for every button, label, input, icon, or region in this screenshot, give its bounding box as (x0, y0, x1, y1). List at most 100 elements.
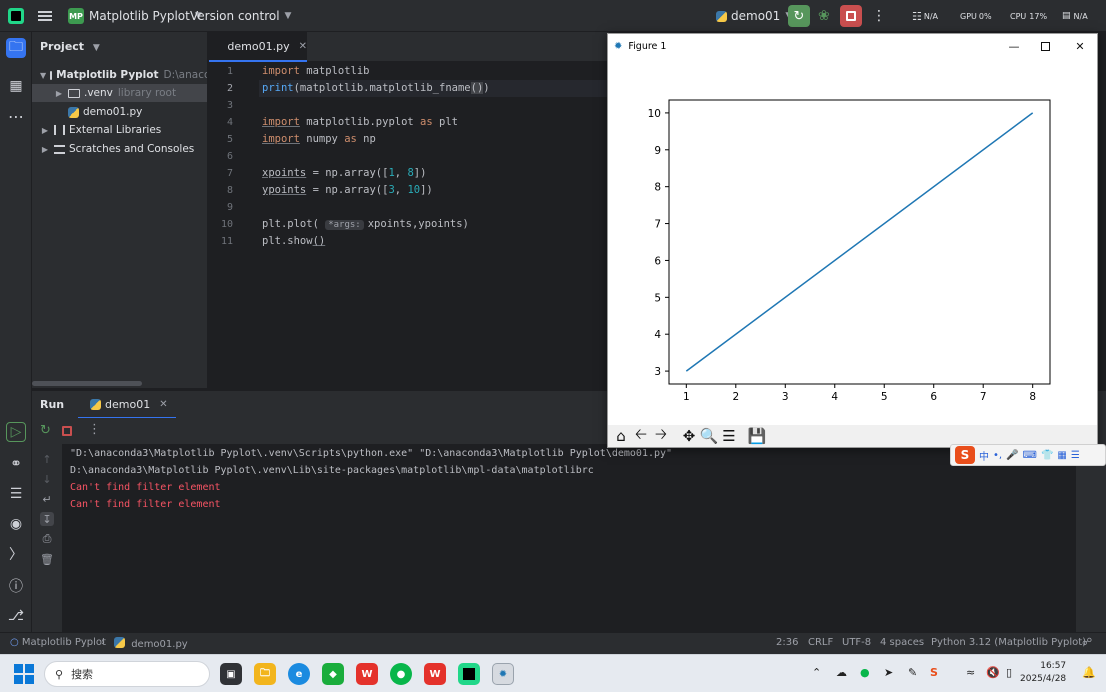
windows-start-icon[interactable] (14, 664, 34, 684)
memory-icon: ▤ (1062, 11, 1071, 21)
git-icon[interactable]: ⎇ (6, 606, 26, 626)
tab-demo01[interactable]: demo01.py ✕ (209, 32, 307, 62)
keyboard-icon[interactable]: ⌨ (1023, 450, 1037, 461)
project-switcher[interactable]: MP Matplotlib Pyplot ▼ (68, 0, 202, 32)
code-editor[interactable]: import matplotlib print(matplotlib.matpl… (259, 62, 609, 388)
print-icon[interactable]: ⎙ (40, 532, 54, 546)
show-hidden-icons-icon[interactable]: ⌃ (812, 666, 821, 679)
structure-tool-icon[interactable]: ▦ (6, 76, 26, 96)
ime-toolbar: S 中 •, 🎤 ⌨ 👕 ▦ ☰ (950, 444, 1106, 466)
services-icon[interactable]: ◉ (6, 514, 26, 534)
location-icon[interactable]: ➤ (884, 666, 893, 679)
grid-icon[interactable]: ▦ (1057, 450, 1066, 461)
rerun-button[interactable]: ↻ (788, 0, 810, 32)
wps-office-icon[interactable]: W (356, 663, 378, 685)
configure-icon[interactable]: ☰ (720, 427, 738, 445)
run-tool-icon[interactable]: ▷ (6, 422, 26, 442)
python-console-icon[interactable]: ⚭ (6, 454, 26, 474)
battery-icon[interactable]: ▯ (1006, 666, 1012, 679)
zoom-icon[interactable]: 🔍 (700, 427, 719, 445)
more-tools-icon[interactable]: ⋯ (6, 106, 26, 126)
stop-button[interactable] (840, 0, 862, 32)
trash-icon[interactable]: 🗑 (40, 552, 54, 566)
skin-icon[interactable]: 👕 (1041, 450, 1053, 461)
status-interpreter[interactable]: Python 3.12 (Matplotlib Pyplot) (931, 637, 1086, 648)
wechat-icon[interactable]: ● (390, 663, 412, 685)
run-tab-demo01[interactable]: demo01 ✕ (78, 391, 176, 419)
edge-browser-icon[interactable]: e (288, 663, 310, 685)
wifi-icon[interactable]: ≈ (966, 666, 975, 679)
tree-item-scratches[interactable]: ▶ Scratches and Consoles (32, 140, 207, 158)
notification-icon[interactable]: 🔔 (1082, 666, 1096, 679)
scroll-to-end-icon[interactable]: ↧ (40, 512, 54, 526)
project-panel-header[interactable]: Project ▼ (40, 40, 100, 53)
more-vertical-icon[interactable]: ⋮ (88, 422, 101, 437)
soft-wrap-icon[interactable]: ↵ (40, 492, 54, 506)
project-tool-folder-icon[interactable]: 🗀 (6, 38, 26, 58)
close-icon[interactable]: ✕ (299, 41, 307, 52)
matplotlib-taskbar-icon[interactable]: ✹ (492, 663, 514, 685)
pen-icon[interactable]: ✎ (908, 666, 917, 679)
y-tick-label: 5 (654, 292, 661, 304)
sogou-tray-icon[interactable]: S (930, 666, 938, 679)
taskbar-search[interactable]: ⚲ 搜索 (44, 661, 210, 687)
close-icon[interactable]: ✕ (159, 399, 167, 410)
main-menu-button[interactable] (38, 0, 52, 32)
forward-icon[interactable]: 🡢 (652, 425, 670, 445)
network-value: N/A (923, 11, 939, 21)
run-config-selector[interactable]: demo01 ▼ (712, 0, 792, 32)
arrow-up-icon[interactable]: ↑ (40, 452, 54, 466)
taskbar-clock[interactable]: 16:57 2025/4/28 (1020, 660, 1066, 686)
back-icon[interactable]: 🡠 (632, 425, 650, 445)
microphone-icon[interactable]: 🎤 (1006, 450, 1018, 461)
tree-item-external-libraries[interactable]: ▶ External Libraries (32, 121, 207, 139)
wechat-tray-icon[interactable]: ● (860, 666, 870, 679)
x-tick-label: 3 (782, 391, 789, 403)
y-axis: 3 4 5 6 7 8 9 10 (648, 108, 669, 378)
search-icon: ⚲ (55, 667, 64, 681)
lock-icon[interactable]: ☍ (1082, 637, 1092, 648)
python-packages-icon[interactable]: ☰ (6, 484, 26, 504)
status-breadcrumb-file[interactable]: demo01.py (114, 637, 188, 650)
minimize-button[interactable]: — (998, 34, 1030, 58)
pycharm-logo-icon[interactable] (8, 0, 24, 32)
status-indent[interactable]: 4 spaces (880, 637, 924, 648)
rerun-icon[interactable]: ↻ (40, 423, 51, 438)
code-line-2: print(matplotlib.matplotlib_fname()) (262, 82, 490, 94)
close-window-button[interactable]: ✕ (1064, 34, 1096, 58)
status-line-separator[interactable]: CRLF (808, 637, 833, 648)
debug-button[interactable]: ❀ (818, 0, 830, 32)
punctuation-icon[interactable]: •, (993, 450, 1002, 461)
y-tick-label: 6 (654, 255, 661, 267)
stop-icon[interactable] (62, 426, 72, 436)
cloud-icon[interactable]: ☁ (836, 666, 847, 679)
status-breadcrumb-project[interactable]: ○ Matplotlib Pyplot (10, 637, 106, 648)
y-tick-label: 8 (654, 182, 661, 194)
status-caret-position[interactable]: 2:36 (776, 637, 798, 648)
tree-item-demo01[interactable]: demo01.py (32, 103, 207, 121)
terminal-icon[interactable]: 〉 (6, 544, 26, 564)
toolbox-icon[interactable]: ☰ (1071, 450, 1080, 461)
file-explorer-icon[interactable]: 🗀 (254, 663, 276, 685)
console-scrollbar-area[interactable] (1076, 444, 1106, 632)
problems-icon[interactable]: ⓘ (6, 576, 26, 596)
save-icon[interactable]: 💾 (748, 427, 767, 445)
horizontal-scrollbar[interactable] (32, 381, 142, 386)
wps-writer-icon[interactable]: W (424, 663, 446, 685)
ime-lang-toggle[interactable]: 中 (979, 448, 989, 463)
task-view-icon[interactable]: ▣ (220, 663, 242, 685)
vcs-menu[interactable]: Version control ▼ (190, 0, 291, 32)
more-actions-button[interactable]: ⋮ (872, 0, 886, 32)
wechat-work-icon[interactable]: ◆ (322, 663, 344, 685)
tree-item-project-root[interactable]: ▼ Matplotlib Pyplot D:\anaconda (32, 66, 207, 84)
status-encoding[interactable]: UTF-8 (842, 637, 871, 648)
maximize-button[interactable] (1029, 34, 1061, 58)
tree-item-venv[interactable]: ▶ .venv library root (32, 84, 207, 102)
run-console-output[interactable]: "D:\anaconda3\Matplotlib Pyplot\.venv\Sc… (62, 444, 1076, 632)
volume-muted-icon[interactable]: 🔇 (986, 666, 1000, 679)
pycharm-taskbar-icon[interactable] (458, 663, 480, 685)
arrow-down-icon[interactable]: ↓ (40, 472, 54, 486)
pan-icon[interactable]: ✥ (680, 427, 698, 445)
sogou-logo-icon[interactable]: S (955, 446, 975, 464)
home-icon[interactable]: ⌂ (612, 427, 630, 445)
